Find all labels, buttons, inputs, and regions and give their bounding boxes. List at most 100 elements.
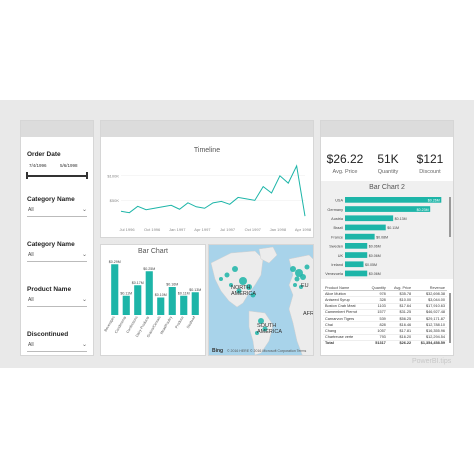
bar-chart-2-bar — [345, 261, 364, 268]
timeline-x-tick: Jul 1996 — [119, 227, 135, 232]
timeline-x-tick: Jan 1997 — [169, 227, 186, 232]
bar-chart-2-category-label: Germany — [327, 208, 343, 212]
map-data-point — [232, 266, 238, 272]
order-date-from[interactable]: 7/4/1996 — [27, 161, 56, 170]
kpi-discount-label: Discount — [419, 169, 441, 175]
bar-chart-data-label: $0.10M — [155, 293, 167, 297]
kpi-avg-price-label: Avg. Price — [332, 169, 358, 175]
category-name-dropdown[interactable]: All ⌄ — [27, 205, 87, 217]
bar-chart-category-label: Beverages — [104, 315, 116, 332]
timeline-chart: $100K $50K Jul 1996 Oct 1996 Jan 1997 Apr 199… — [107, 164, 312, 232]
discontinued-title: Discontinued — [27, 331, 69, 338]
bar-chart-data-label: $0.16M — [166, 283, 178, 287]
bar-chart-2-scrollbar[interactable] — [449, 197, 451, 237]
table-total-cell: $1,354,458.59 — [413, 339, 447, 346]
bar-chart-bar — [157, 297, 165, 315]
timeline-x-tick: Oct 1996 — [144, 227, 161, 232]
bar-chart-data-label: $0.17M — [132, 281, 144, 285]
bar-chart-bar — [191, 292, 199, 315]
order-date-slider-track[interactable] — [27, 175, 87, 177]
bar-chart-2: USA $0.26M Germany $0.23M Austria $0.13M Brazi… — [325, 197, 442, 277]
bar-chart-2-category-label: USA — [335, 199, 343, 203]
chevron-down-icon: ⌄ — [81, 252, 87, 258]
product-name-dropdown[interactable]: All ⌄ — [27, 295, 87, 307]
map-label-europe: EU — [301, 283, 309, 289]
north-america-landmass — [210, 250, 264, 308]
category-name-value: All — [28, 207, 34, 213]
table-total-cell: 51317 — [366, 339, 388, 346]
discontinued-value: All — [28, 342, 34, 348]
timeline-x-tick: Jan 1998 — [270, 227, 287, 232]
order-date-slider-start-handle[interactable] — [26, 172, 28, 179]
timeline-series-line — [120, 164, 306, 217]
timeline-y-tick: $50K — [110, 198, 120, 203]
map-label-north-america: NORTH AMERICA — [231, 285, 257, 297]
bar-chart-2-category-label: Ireland — [331, 263, 343, 267]
table-total-cell: Total — [323, 339, 367, 346]
bar-chart-category-label: Meat/Poultry — [160, 315, 174, 335]
bar-chart-2-data-label: $0.23M — [417, 208, 429, 212]
bar-chart-data-label: $0.29M — [109, 260, 121, 264]
chevron-down-icon: ⌄ — [81, 342, 87, 348]
category-name-2-dropdown[interactable]: All ⌄ — [27, 250, 87, 262]
map-data-point — [290, 266, 296, 272]
bar-chart-2-data-label: $0.26M — [428, 199, 440, 203]
bar-chart-2-data-label: $0.05M — [365, 263, 377, 267]
bar-chart-data-label: $0.25M — [143, 267, 155, 271]
bar-chart-2-category-label: Venezuela — [325, 272, 344, 276]
map-copyright[interactable]: © 2016 HERE © 2016 Microsoft Corporation… — [227, 349, 306, 353]
bar-chart-bar — [180, 295, 188, 315]
bar-chart-bar — [134, 285, 142, 315]
kpi-avg-price-value: $26.22 — [326, 152, 364, 166]
bar-chart-2-category-label: UK — [338, 254, 344, 258]
discontinued-dropdown[interactable]: All ⌄ — [27, 340, 87, 352]
timeline-x-tick: Jul 1997 — [220, 227, 236, 232]
table-scrollbar[interactable] — [449, 293, 451, 343]
bar-chart-2-bar — [345, 243, 368, 249]
table-total-row: Total 51317 $26.22 $1,354,458.59 — [323, 339, 447, 346]
order-date-title: Order Date — [27, 151, 61, 158]
bar-chart-bar — [145, 271, 153, 315]
timeline-y-tick: $100K — [107, 173, 119, 178]
timeline-panel[interactable]: Timeline $100K $50K Jul 1996 Oct 1996 Jan 19… — [100, 120, 314, 238]
table-total-cell: $26.22 — [387, 339, 414, 346]
bar-chart-2-bar — [345, 270, 368, 277]
bar-chart: $0.29MBeverages$0.11MCondiments$0.17MCon… — [104, 260, 202, 339]
bar-chart-data-label: $0.13M — [189, 288, 201, 292]
map-data-point — [224, 272, 230, 278]
product-table: Product Name Quantity Avg. Price Revenue… — [323, 285, 447, 346]
world-map — [210, 246, 313, 355]
product-name-value: All — [28, 297, 34, 303]
category-name-title: Category Name — [27, 196, 75, 203]
bar-chart-2-category-label: Austria — [331, 217, 344, 221]
bar-chart-2-category-label: Sweden — [329, 245, 343, 249]
bar-chart-2-bar — [345, 224, 386, 231]
bar-chart-2-category-label: France — [331, 235, 343, 239]
order-date-slider-end-handle[interactable] — [86, 172, 88, 179]
chevron-down-icon: ⌄ — [81, 297, 87, 303]
chevron-down-icon: ⌄ — [81, 207, 87, 213]
bing-logo: Bing — [212, 348, 224, 354]
map-data-point — [300, 274, 306, 280]
bar-chart-2-bar — [345, 215, 394, 222]
bar-chart-category-label: Produce — [174, 316, 184, 330]
bar-chart-category-label: Seafood — [186, 316, 196, 330]
slicer-panel: Order Date 7/4/1996 5/6/1998 Category Na… — [20, 120, 94, 356]
category-name-2-value: All — [28, 252, 34, 258]
bar-chart-2-data-label: $0.06M — [369, 254, 381, 258]
right-panel-header — [321, 121, 453, 137]
kpi-quantity-label: Quantity — [377, 169, 399, 175]
bar-chart-2-data-label: $0.06M — [369, 272, 381, 276]
timeline-x-tick: Apr 1998 — [295, 227, 312, 232]
map-label-africa: AFR — [303, 311, 314, 317]
map-data-point — [304, 264, 310, 270]
timeline-x-tick: Apr 1997 — [194, 227, 211, 232]
bar-chart-panel[interactable]: Bar Chart $0.29M Beverages $0.11M Condiment… — [100, 244, 206, 356]
bar-chart-2-data-label: $0.13M — [395, 217, 407, 221]
slicer-panel-header — [21, 121, 93, 137]
bar-chart-bar — [122, 295, 130, 315]
map-panel[interactable]: NORTH AMERICA SOUTH AMERICA EU AFR Bing … — [208, 244, 314, 356]
bar-chart-bar — [111, 264, 119, 315]
order-date-to[interactable]: 5/6/1998 — [58, 161, 87, 170]
bar-chart-bar — [168, 287, 176, 315]
